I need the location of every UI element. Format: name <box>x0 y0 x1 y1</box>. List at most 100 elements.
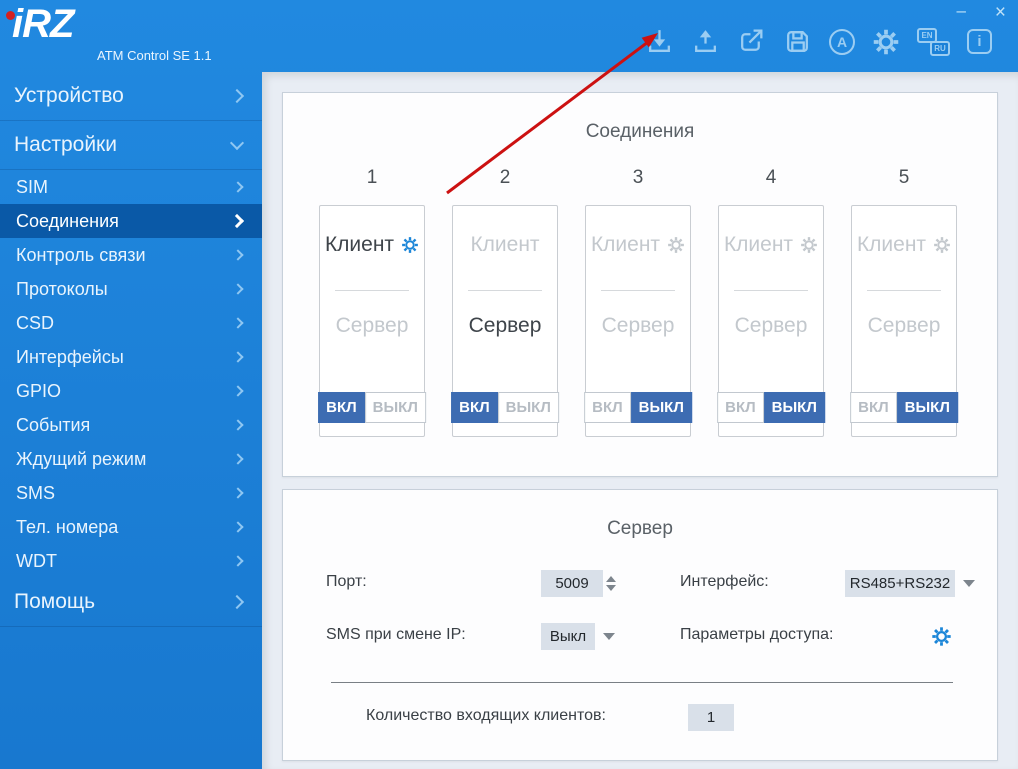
sidebar-item-csd[interactable]: CSD <box>0 306 262 340</box>
sidebar-item-wdt[interactable]: WDT <box>0 544 262 578</box>
server-mode-option[interactable]: Сервер <box>852 314 956 338</box>
sidebar-item-label: GPIO <box>16 380 62 401</box>
gear-icon[interactable] <box>931 626 952 647</box>
sidebar-item-label: Протоколы <box>16 278 108 299</box>
server-mode-option[interactable]: Сервер <box>453 314 557 338</box>
client-label: Клиент <box>723 233 794 256</box>
server-mode-option[interactable]: Сервер <box>320 314 424 338</box>
interface-select-group[interactable]: RS485+RS232 <box>845 570 975 597</box>
sidebar-item-label: CSD <box>16 312 55 333</box>
sidebar-item-label: Устройство <box>14 84 124 107</box>
toggle-on[interactable]: ВКЛ <box>717 392 764 423</box>
export-icon[interactable] <box>737 27 766 56</box>
sms-ip-select[interactable]: Выкл <box>541 623 595 650</box>
sidebar-item-standby[interactable]: Ждущий режим <box>0 442 262 476</box>
sidebar-item-protocols[interactable]: Протоколы <box>0 272 262 306</box>
on-off-toggle[interactable]: ВКЛ ВЫКЛ <box>850 392 958 423</box>
server-label: Сервер <box>734 314 808 337</box>
sidebar-item-settings[interactable]: Настройки <box>0 121 262 170</box>
sidebar-item-connections[interactable]: Соединения <box>0 204 262 238</box>
client-settings-gear-icon[interactable] <box>800 236 818 254</box>
settings-gear-icon[interactable] <box>872 28 900 56</box>
client-settings-gear-icon[interactable] <box>933 236 951 254</box>
client-mode-option[interactable]: Клиент <box>453 233 557 257</box>
sidebar-item-interfaces[interactable]: Интерфейсы <box>0 340 262 374</box>
on-off-toggle[interactable]: ВКЛ ВЫКЛ <box>451 392 559 423</box>
save-icon[interactable] <box>783 27 812 56</box>
toggle-off[interactable]: ВЫКЛ <box>364 392 426 423</box>
interface-select[interactable]: RS485+RS232 <box>845 570 955 597</box>
sidebar-item-device[interactable]: Устройство <box>0 72 262 121</box>
client-settings-gear-icon[interactable] <box>667 236 685 254</box>
toolbar: A EN RU i <box>645 27 992 56</box>
toggle-off[interactable]: ВЫКЛ <box>763 392 825 423</box>
access-params-label: Параметры доступа: <box>680 626 834 643</box>
sidebar-item-sim[interactable]: SIM <box>0 170 262 204</box>
sms-ip-select-group[interactable]: Выкл <box>541 623 615 650</box>
client-label: Клиент <box>470 233 540 256</box>
sidebar-item-sms[interactable]: SMS <box>0 476 262 510</box>
server-row-3: Количество входящих клиентов: 1 <box>283 704 997 732</box>
connection-column-1: 1 Клиент Сервер ВКЛ ВЫКЛ <box>318 167 426 437</box>
on-off-toggle[interactable]: ВКЛ ВЫКЛ <box>717 392 825 423</box>
sidebar-item-gpio[interactable]: GPIO <box>0 374 262 408</box>
interface-label: Интерфейс: <box>680 573 769 590</box>
info-icon[interactable]: i <box>967 29 992 54</box>
connections-columns: 1 Клиент Сервер ВКЛ ВЫКЛ 2 Клиент Сервер… <box>318 167 958 437</box>
minimize-button[interactable]: – <box>957 1 966 21</box>
app-title: ATM Control SE 1.1 <box>97 48 212 63</box>
connection-column-5: 5 Клиент Сервер ВКЛ ВЫКЛ <box>850 167 958 437</box>
download-icon[interactable] <box>645 27 674 56</box>
server-mode-option[interactable]: Сервер <box>586 314 690 338</box>
chevron-right-icon <box>232 487 244 499</box>
toggle-on[interactable]: ВКЛ <box>850 392 897 423</box>
divider <box>600 290 676 291</box>
toggle-on[interactable]: ВКЛ <box>584 392 631 423</box>
stepper-up-icon[interactable] <box>606 576 616 582</box>
connection-card: Клиент Сервер ВКЛ ВЫКЛ <box>850 205 958 437</box>
client-mode-option[interactable]: Клиент <box>852 233 956 257</box>
sidebar-item-events[interactable]: События <box>0 408 262 442</box>
client-mode-option[interactable]: Клиент <box>586 233 690 257</box>
sidebar-item-help[interactable]: Помощь <box>0 578 262 627</box>
chevron-right-icon <box>229 88 245 104</box>
server-row-1: Порт: 5009 Интерфейс: RS485+RS232 <box>283 570 997 598</box>
toggle-on[interactable]: ВКЛ <box>451 392 498 423</box>
stepper-down-icon[interactable] <box>606 585 616 591</box>
port-input[interactable]: 5009 <box>541 570 603 597</box>
auto-answer-icon[interactable]: A <box>829 28 855 55</box>
connection-column-3: 3 Клиент Сервер ВКЛ ВЫКЛ <box>584 167 692 437</box>
sidebar-item-link-control[interactable]: Контроль связи <box>0 238 262 272</box>
client-mode-option[interactable]: Клиент <box>320 233 424 257</box>
client-mode-option[interactable]: Клиент <box>719 233 823 257</box>
toggle-off[interactable]: ВЫКЛ <box>630 392 692 423</box>
connection-card: Клиент Сервер ВКЛ ВЫКЛ <box>717 205 825 437</box>
sidebar-item-label: Контроль связи <box>16 244 146 265</box>
incoming-clients-value: 1 <box>688 704 734 731</box>
connection-number: 3 <box>632 167 644 188</box>
access-params-gear-button[interactable] <box>931 626 952 647</box>
upload-icon[interactable] <box>691 27 720 56</box>
sidebar-item-label: Соединения <box>16 210 119 231</box>
connection-number: 5 <box>898 167 910 188</box>
divider <box>733 290 809 291</box>
on-off-toggle[interactable]: ВКЛ ВЫКЛ <box>318 392 426 423</box>
server-mode-option[interactable]: Сервер <box>719 314 823 338</box>
port-stepper[interactable] <box>606 576 616 591</box>
sidebar-item-phone-numbers[interactable]: Тел. номера <box>0 510 262 544</box>
sidebar-item-label: Настройки <box>14 133 117 156</box>
close-button[interactable]: × <box>995 2 1006 24</box>
client-settings-gear-icon[interactable] <box>401 236 419 254</box>
dropdown-caret-icon[interactable] <box>963 580 975 587</box>
logo-red-dot <box>6 11 15 20</box>
connection-column-4: 4 Клиент Сервер ВКЛ ВЫКЛ <box>717 167 825 437</box>
language-toggle-icon[interactable]: EN RU <box>917 27 950 56</box>
chevron-right-icon <box>232 419 244 431</box>
toggle-off[interactable]: ВЫКЛ <box>896 392 958 423</box>
incoming-clients-label: Количество входящих клиентов: <box>366 707 606 724</box>
on-off-toggle[interactable]: ВКЛ ВЫКЛ <box>584 392 692 423</box>
dropdown-caret-icon[interactable] <box>603 633 615 640</box>
toggle-off[interactable]: ВЫКЛ <box>497 392 559 423</box>
toggle-on[interactable]: ВКЛ <box>318 392 365 423</box>
chevron-right-icon <box>232 181 244 193</box>
